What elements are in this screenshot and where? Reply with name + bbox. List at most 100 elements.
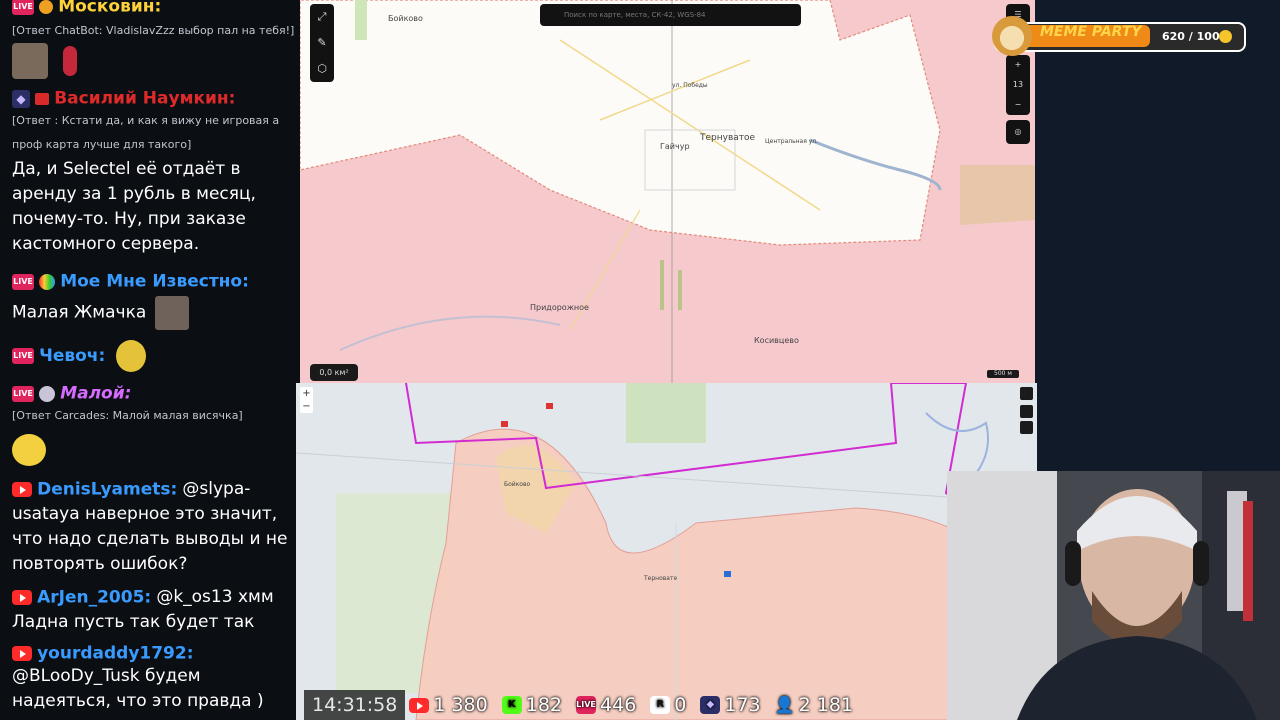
webcam-view [947,471,1280,720]
pepper-emote-icon [63,46,78,76]
live-badge-icon: LIVE [12,0,34,15]
chat-nick: DenisLyamets: [37,479,178,500]
chat-text: Да, и Selectel её отдаёт в аренду за 1 р… [12,158,256,254]
rutube-count: 0 [674,694,687,716]
ruler-icon[interactable]: ✎ [310,30,334,56]
chat-reply: [Ответ Carcades: Малой малая висячка] [12,408,243,422]
youtube-badge-icon [12,590,32,605]
stream-screen: LIVE Московин: [Ответ ChatBot: Vladislav… [0,0,1280,720]
stream-time: 14:31:58 [304,690,406,720]
webcam-image [947,471,1280,720]
place-label: Тернуватое [700,133,756,143]
crown-icon [35,92,50,105]
chat-nick: Малой: [60,383,132,404]
top-map[interactable]: Бойково Тернуватое Гайчур Придорожное Ко… [300,0,1035,383]
chat-nick: Мое Мне Известно: [60,271,249,292]
zoom-out-icon[interactable]: − [1006,95,1030,115]
chat-message: LIVE Мое Мне Известно: Малая Жмачка [12,271,300,332]
minion-emote-icon [116,340,147,372]
map-mode-button[interactable] [1020,387,1033,400]
chat-message: ArJen_2005: @k_os13 хмм Ладна пусть так … [12,585,300,635]
chat-nick: ArJen_2005: [37,587,152,608]
twitch-badge-icon: ◆ [12,89,30,108]
live-badge-icon: LIVE [12,273,34,290]
river-line [339,315,561,351]
live-icon: LIVE [576,696,597,714]
kick-icon: K [501,696,522,714]
youtube-badge-icon [12,482,32,497]
meme-party-title: MEME PARTY [1040,24,1142,40]
fullscreen-icon[interactable] [1020,421,1033,434]
rutube-icon: R [650,696,671,714]
doge-icon [992,16,1032,56]
meme-party-widget: MEME PARTY 620 / 1000 [992,16,1246,56]
map-toolbar: ⤢ ✎ ⬡ [310,4,334,82]
scale-bar: 500 м [987,370,1019,378]
coin-icon [1219,30,1232,43]
chat-message: LIVE Московин: [12,0,300,17]
viewers-stat: 👤 2 181 [775,694,853,716]
avatar-emote-icon [12,43,48,79]
rainbow-icon [39,273,56,290]
twitch-count: 173 [724,694,761,716]
meme-party-count: 620 / 1000 [1162,30,1228,43]
place-label: Придорожное [530,303,589,312]
rutube-stat: R 0 [650,694,686,716]
tree-line [678,270,682,310]
chat-message: DenisLyamets: @slypa-usataya наверное эт… [12,477,300,577]
neutral-area [300,0,941,246]
twitch-icon: ◆ [700,696,721,714]
zoom-in-icon[interactable]: + [300,387,313,400]
youtube-stat: 1 380 [409,694,488,716]
place-label: Бойково [504,481,531,488]
emoji-icon [39,0,54,14]
live-stat: LIVE 446 [576,694,636,716]
chat-nick: Московин: [58,0,162,17]
viewers-count: 2 181 [798,694,854,716]
chat-nick: Чевоч: [39,346,106,366]
bottom-map[interactable]: Терновате Бойково + − [296,383,1037,720]
compass-button[interactable]: ◎ [1006,120,1030,144]
polygon-icon[interactable]: ⬡ [310,56,334,82]
draw-icon[interactable] [1020,405,1033,418]
chat-nick: Василий Наумкин: [54,88,236,109]
kick-stat: K 182 [501,694,563,716]
tree-line [355,0,367,40]
chat-message: ◆ Василий Наумкин: [Ответ : Кстати да, и… [12,88,300,257]
youtube-badge-icon [12,646,32,661]
zoom-level: 13 [1012,80,1024,89]
face-emote-icon [155,295,190,330]
street-label: Центральная ул. [765,138,819,145]
zoom-in-icon[interactable]: + [1006,55,1030,75]
place-label: Бойково [388,14,423,23]
chat-message: yourdaddy1792: @BLooDy_Tusk будем надеят… [12,643,300,714]
youtube-count: 1 380 [433,694,488,716]
fullscreen-icon[interactable]: ⤢ [310,4,334,30]
zoom-control[interactable]: + 13 − [1006,55,1030,115]
chat-reply: [Ответ ChatBot: VladislavZzz выбор пал н… [12,24,295,37]
chat-message: LIVE Чевоч: [12,340,300,372]
field-area [626,383,706,443]
live-badge-icon: LIVE [12,348,34,364]
compass-icon: ◎ [1014,127,1022,136]
place-label: Гайчур [660,142,690,151]
twitch-stat: ◆ 173 [700,694,761,716]
kick-count: 182 [525,694,563,716]
chat-text: Малая Жмачка [12,302,147,322]
area-readout: 0,0 км² [310,364,358,381]
road-line [569,209,641,331]
chat-message: [Ответ ChatBot: VladislavZzz выбор пал н… [12,20,300,42]
place-label: Терновате [644,575,678,582]
flag-icon [724,571,731,577]
map-search-input[interactable]: Поиск по карте, места, СК-42, WGS-84 [540,4,801,26]
emoji-face-icon [12,433,46,466]
live-count: 446 [600,694,637,716]
flag-icon [546,403,553,409]
chat-nick: yourdaddy1792: [37,643,194,664]
zoom-out-icon[interactable]: − [300,400,313,413]
youtube-icon [409,697,430,713]
zoom-control[interactable]: + − [300,387,313,413]
tree-line [660,260,664,310]
live-badge-icon: LIVE [12,385,34,402]
bottom-map-canvas [296,383,1037,720]
